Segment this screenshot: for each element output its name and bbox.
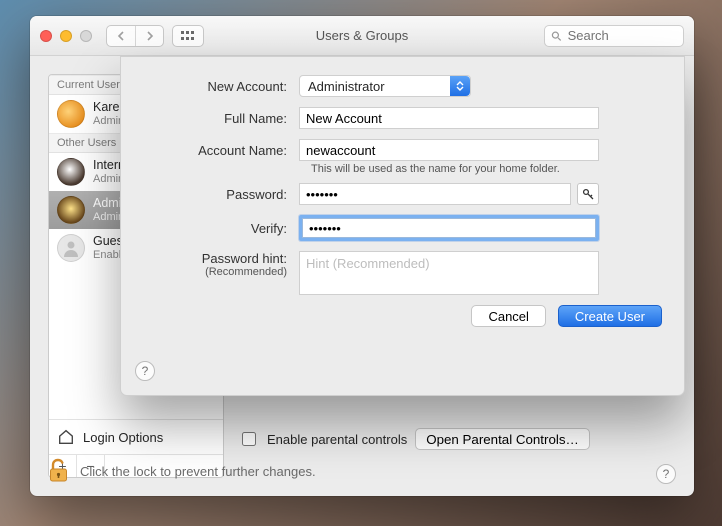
home-folder-helper: This will be used as the name for your h… (311, 163, 662, 175)
new-account-sheet: New Account: Administrator Full Name: Ac… (120, 56, 685, 396)
window-controls (40, 30, 92, 42)
chevron-up-down-icon (450, 76, 470, 96)
label-hint: Password hint: (Recommended) (131, 251, 299, 278)
search-icon (551, 30, 562, 42)
search-input[interactable] (566, 27, 677, 44)
create-user-button[interactable]: Create User (558, 305, 662, 327)
label-verify: Verify: (131, 221, 299, 236)
password-assistant-button[interactable] (577, 183, 599, 205)
lock-row: Click the lock to prevent further change… (48, 458, 316, 484)
search-field[interactable] (544, 25, 684, 47)
password-hint-input[interactable] (299, 251, 599, 295)
help-button[interactable]: ? (656, 464, 676, 484)
zoom-window-icon (80, 30, 92, 42)
avatar (57, 158, 85, 186)
enable-parental-checkbox[interactable] (242, 432, 256, 446)
label-password: Password: (131, 187, 299, 202)
verify-password-input[interactable] (302, 218, 596, 238)
preferences-window: Users & Groups Current User KarenAdmin O… (30, 16, 694, 496)
account-name-input[interactable] (299, 139, 599, 161)
minimize-window-icon[interactable] (60, 30, 72, 42)
back-button[interactable] (107, 26, 135, 46)
avatar (57, 196, 85, 224)
lock-text: Click the lock to prevent further change… (80, 464, 316, 479)
enable-parental-label: Enable parental controls (267, 432, 407, 447)
open-parental-controls-button[interactable]: Open Parental Controls… (415, 428, 590, 450)
forward-button[interactable] (135, 26, 163, 46)
label-account-name: Account Name: (131, 143, 299, 158)
cancel-button[interactable]: Cancel (471, 305, 545, 327)
home-icon (57, 428, 75, 446)
avatar (57, 100, 85, 128)
avatar (57, 234, 85, 262)
password-input[interactable] (299, 183, 571, 205)
label-new-account: New Account: (131, 79, 299, 94)
nav-back-forward (106, 25, 164, 47)
close-window-icon[interactable] (40, 30, 52, 42)
account-type-dropdown[interactable]: Administrator (299, 75, 471, 97)
show-all-button[interactable] (172, 25, 204, 47)
titlebar: Users & Groups (30, 16, 694, 56)
login-options[interactable]: Login Options (49, 419, 223, 454)
sheet-help-button[interactable]: ? (135, 361, 155, 381)
key-icon (582, 188, 594, 200)
label-full-name: Full Name: (131, 111, 299, 126)
full-name-input[interactable] (299, 107, 599, 129)
unlocked-lock-icon[interactable] (48, 458, 70, 484)
